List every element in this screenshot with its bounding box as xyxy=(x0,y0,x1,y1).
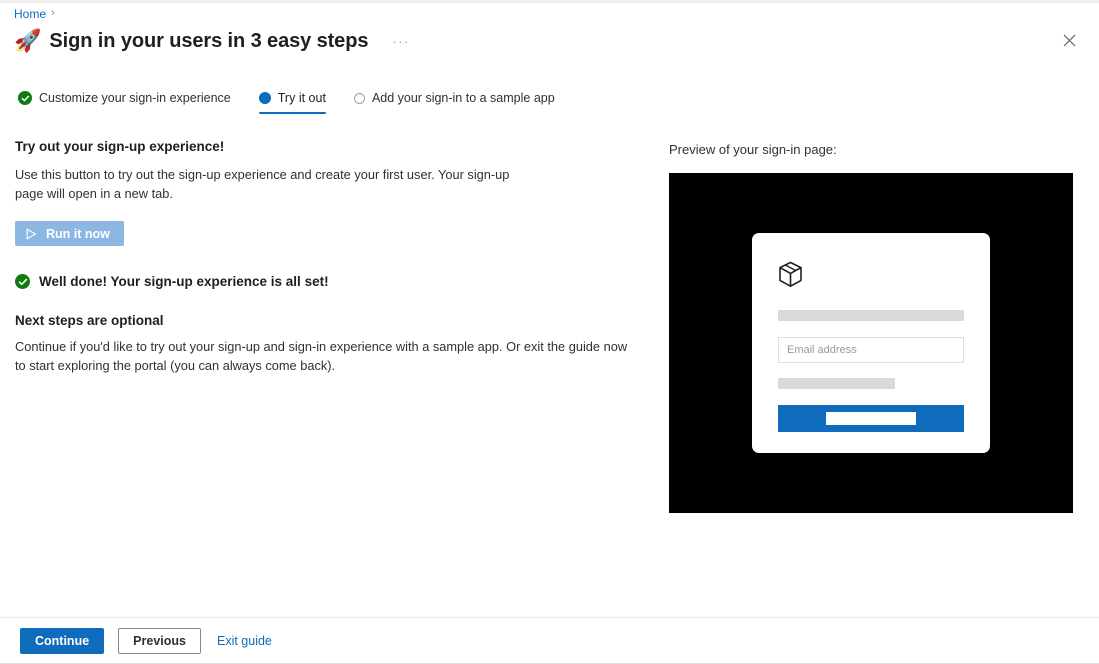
radio-filled-icon xyxy=(258,92,271,104)
step-label: Add your sign-in to a sample app xyxy=(371,91,555,105)
section-heading: Try out your sign-up experience! xyxy=(15,139,225,154)
preview-panel: Preview of your sign-in page: Email addr… xyxy=(669,141,1073,513)
main-content: Try out your sign-up experience! Use thi… xyxy=(15,138,640,375)
play-icon xyxy=(26,228,37,240)
preview-subtext-placeholder xyxy=(778,378,896,389)
run-it-now-button[interactable]: Run it now xyxy=(15,221,124,246)
step-customize-sign-in[interactable]: Customize your sign-in experience xyxy=(18,88,239,116)
preview-email-placeholder: Email address xyxy=(787,344,857,356)
page-title: Sign in your users in 3 easy steps xyxy=(49,29,369,52)
step-label: Try it out xyxy=(277,91,326,105)
active-step-underline xyxy=(258,112,326,114)
continue-button[interactable]: Continue xyxy=(20,627,105,654)
breadcrumb-separator-icon: › xyxy=(51,7,55,19)
breadcrumb-item-home[interactable]: Home xyxy=(14,6,46,22)
check-circle-icon xyxy=(18,91,32,105)
more-options-icon[interactable]: ··· xyxy=(388,32,414,51)
radio-empty-icon xyxy=(353,92,365,104)
previous-button[interactable]: Previous xyxy=(118,627,201,654)
guide-page: Home › 🚀 Sign in your users in 3 easy st… xyxy=(0,0,1099,664)
run-it-now-label: Run it now xyxy=(46,226,110,241)
preview-sign-in-card: Email address xyxy=(752,233,990,453)
close-icon xyxy=(1063,34,1076,50)
next-steps-body: Continue if you'd like to try out your s… xyxy=(15,339,628,373)
footer-actions: Continue Previous Exit guide xyxy=(0,618,1099,663)
preview-title-placeholder xyxy=(778,310,964,321)
cube-box-icon xyxy=(778,261,964,288)
step-add-sign-in-sample-app[interactable]: Add your sign-in to a sample app xyxy=(353,88,563,116)
step-label: Customize your sign-in experience xyxy=(39,91,231,105)
preview-email-input[interactable]: Email address xyxy=(778,337,964,363)
close-button[interactable] xyxy=(1055,28,1083,56)
preview-submit-label-placeholder xyxy=(826,412,916,425)
preview-frame: Email address xyxy=(669,173,1073,513)
step-try-it-out[interactable]: Try it out xyxy=(258,88,334,116)
next-steps-heading: Next steps are optional xyxy=(15,313,164,328)
success-message: Well done! Your sign-up experience is al… xyxy=(15,274,640,289)
success-message-text: Well done! Your sign-up experience is al… xyxy=(39,274,329,289)
check-circle-icon xyxy=(15,274,30,289)
exit-guide-link[interactable]: Exit guide xyxy=(215,634,274,648)
title-row: 🚀 Sign in your users in 3 easy steps ··· xyxy=(14,26,1085,56)
section-body: Use this button to try out the sign-up e… xyxy=(15,167,510,201)
rocket-icon: 🚀 xyxy=(14,28,42,53)
breadcrumb: Home › xyxy=(14,6,55,22)
top-strip xyxy=(0,0,1099,3)
step-indicator: Customize your sign-in experience Try it… xyxy=(18,88,563,116)
preview-label: Preview of your sign-in page: xyxy=(669,142,837,157)
preview-submit-button[interactable] xyxy=(778,405,964,432)
